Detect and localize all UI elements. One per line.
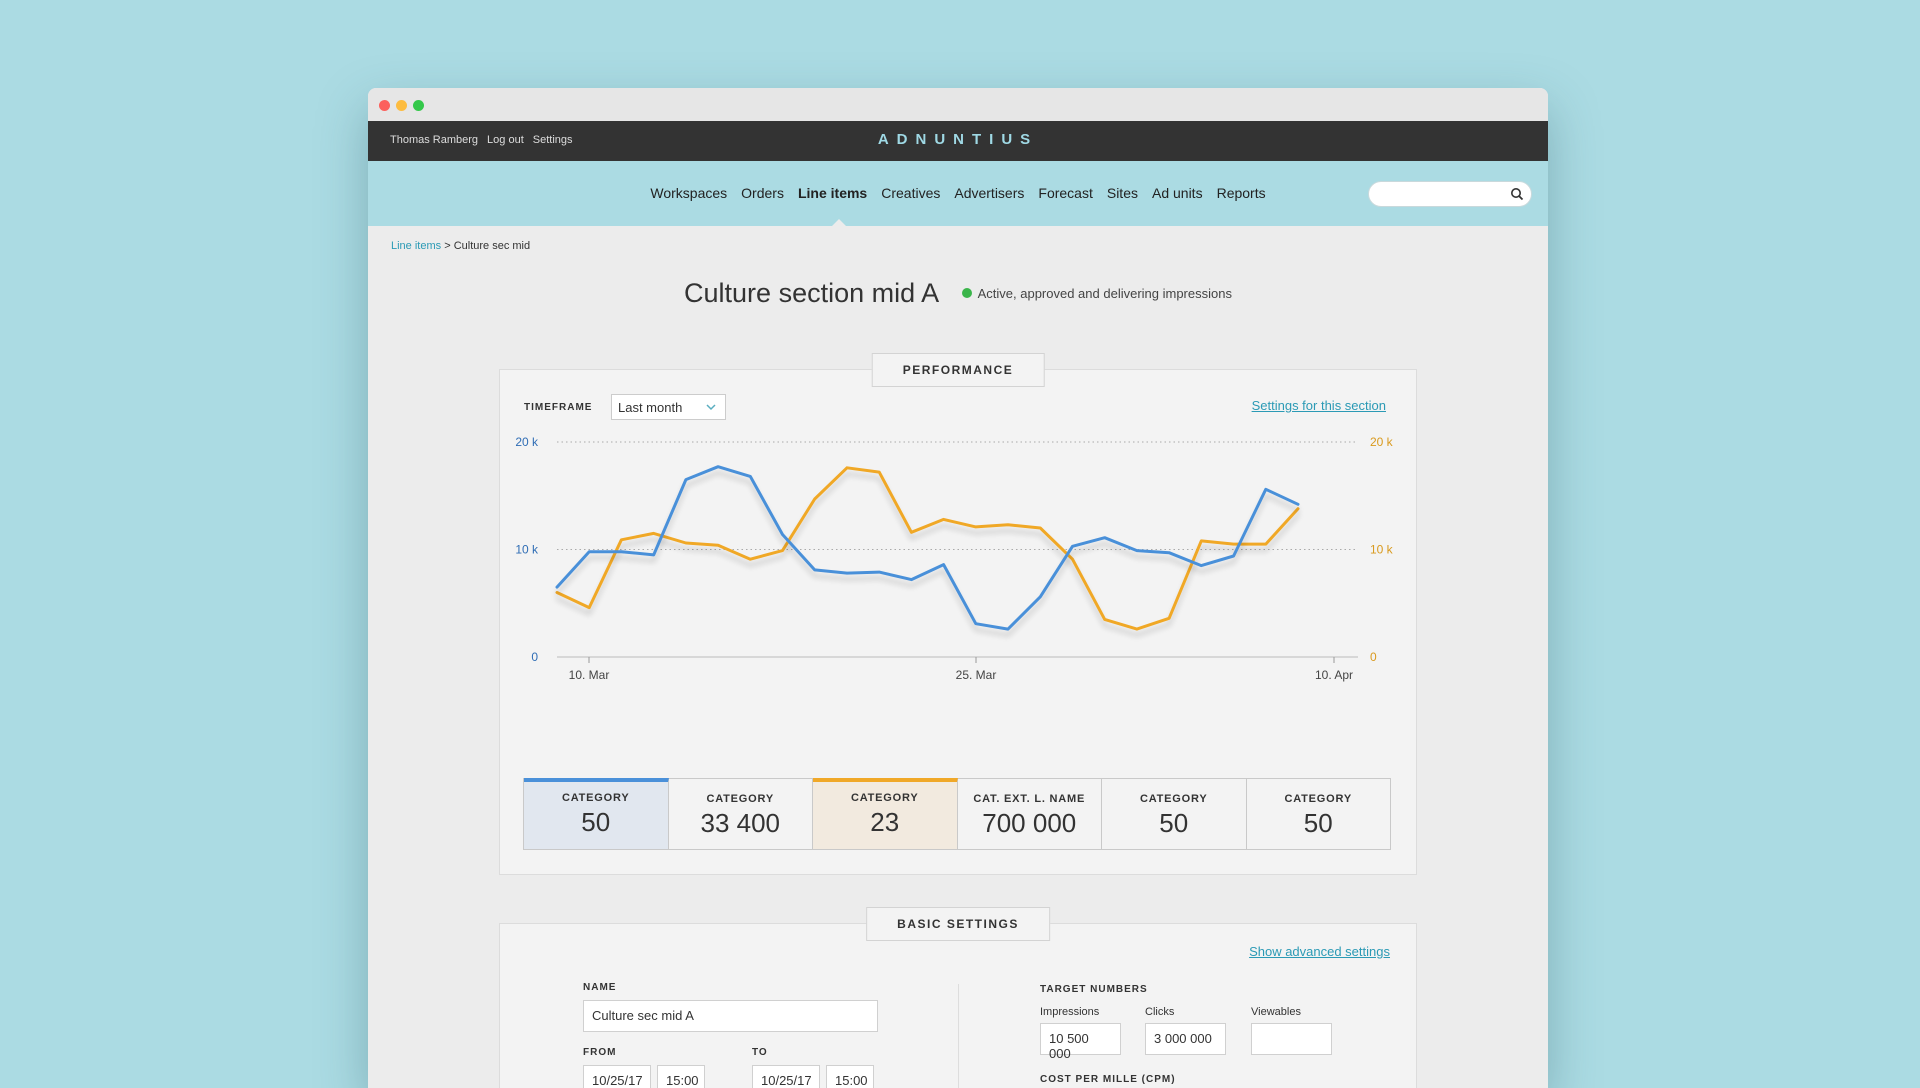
basic-settings-panel: BASIC SETTINGS Show advanced settings NA… xyxy=(499,907,1417,1088)
performance-panel: PERFORMANCE TIMEFRAME Last month Setting… xyxy=(499,353,1417,875)
category-tile-value: 50 xyxy=(581,807,611,837)
breadcrumb-separator: > xyxy=(444,240,451,252)
x-axis-tick-label: 25. Mar xyxy=(956,668,997,682)
chevron-down-icon xyxy=(706,404,716,411)
nav-item-creatives[interactable]: Creatives xyxy=(881,185,940,201)
clicks-field[interactable]: 3 000 000 xyxy=(1145,1023,1226,1055)
name-label: NAME xyxy=(583,982,617,993)
y-axis-left-tick-label: 10 k xyxy=(515,543,539,557)
app-window: Thomas Ramberg Log out Settings ADNUNTIU… xyxy=(368,88,1548,1088)
timeframe-select[interactable]: Last month xyxy=(611,394,726,420)
viewables-field[interactable] xyxy=(1251,1023,1332,1055)
search-icon xyxy=(1511,188,1524,201)
x-axis-tick-label: 10. Apr xyxy=(1315,668,1353,682)
y-axis-right-tick-label: 0 xyxy=(1370,650,1377,664)
category-tile[interactable]: CATEGORY 50 xyxy=(1247,779,1391,849)
status-badge: Active, approved and delivering impressi… xyxy=(961,286,1232,301)
from-label: FROM xyxy=(583,1047,617,1058)
impressions-label: Impressions xyxy=(1040,1006,1100,1018)
search-input[interactable] xyxy=(1368,181,1532,207)
category-tile-label: CATEGORY xyxy=(850,792,919,804)
viewables-label: Viewables xyxy=(1251,1006,1301,1018)
section-divider xyxy=(958,984,959,1088)
category-tile[interactable]: CATEGORY 33 400 xyxy=(669,779,813,849)
category-tile[interactable]: CAT. EXT. L. NAME 700 000 xyxy=(958,779,1102,849)
category-tile-value: 33 400 xyxy=(700,808,781,838)
impressions-field[interactable]: 10 500 000 xyxy=(1040,1023,1121,1061)
status-dot-icon xyxy=(961,288,972,298)
nav-item-orders[interactable]: Orders xyxy=(741,185,784,201)
timeframe-value: Last month xyxy=(618,400,683,415)
breadcrumb-current: Culture sec mid xyxy=(453,240,531,252)
target-numbers-label: TARGET NUMBERS xyxy=(1040,984,1148,995)
page-header: Culture section mid A Active, approved a… xyxy=(368,278,1548,309)
series-line xyxy=(555,465,1300,631)
maximize-window-button[interactable] xyxy=(413,100,424,111)
nav-item-workspaces[interactable]: Workspaces xyxy=(650,185,727,201)
nav-item-forecast[interactable]: Forecast xyxy=(1038,185,1092,201)
status-text: Active, approved and delivering impressi… xyxy=(977,286,1232,301)
from-time-field[interactable]: 15:00 xyxy=(657,1065,705,1088)
category-tile-label: CAT. EXT. L. NAME xyxy=(973,793,1086,805)
category-tile[interactable]: CATEGORY 50 xyxy=(524,778,669,849)
show-advanced-settings-link[interactable]: Show advanced settings xyxy=(1249,944,1390,959)
minimize-window-button[interactable] xyxy=(396,100,407,111)
main-nav: Workspaces Orders Line items Creatives Adver… xyxy=(368,161,1548,227)
y-axis-left-tick-label: 0 xyxy=(531,650,538,664)
brand-logo: ADNUNTIUS xyxy=(877,131,1039,148)
active-nav-indicator xyxy=(831,219,847,227)
category-tile-value: 50 xyxy=(1159,808,1189,838)
y-axis-right-tick-label: 20 k xyxy=(1370,435,1394,449)
nav-item-advertisers[interactable]: Advertisers xyxy=(954,185,1024,201)
category-tile-value: 23 xyxy=(870,807,900,837)
category-tile[interactable]: CATEGORY 50 xyxy=(1102,779,1247,849)
breadcrumb-line-items-link[interactable]: Line items xyxy=(391,240,441,252)
performance-tab[interactable]: PERFORMANCE xyxy=(871,353,1045,387)
basic-settings-tab[interactable]: BASIC SETTINGS xyxy=(866,907,1050,941)
timeframe-label: TIMEFRAME xyxy=(524,402,593,413)
category-tile-label: CATEGORY xyxy=(1139,793,1208,805)
category-tile-label: CATEGORY xyxy=(1284,793,1352,805)
performance-chart: 0 10 k 20 k 0 10 k 20 k 10. Mar 25. Mar 10. Apr xyxy=(515,435,1394,682)
clicks-label: Clicks xyxy=(1145,1006,1175,1018)
from-date-field[interactable]: 10/25/17 xyxy=(583,1065,651,1088)
category-tile-label: CATEGORY xyxy=(706,793,774,805)
category-tile-label: CATEGORY xyxy=(561,792,630,804)
close-window-button[interactable] xyxy=(379,100,390,111)
y-axis-right-tick-label: 10 k xyxy=(1370,543,1394,557)
page-title: Culture section mid A xyxy=(684,278,940,308)
name-field[interactable]: Culture sec mid A xyxy=(583,1000,878,1032)
top-bar: Thomas Ramberg Log out Settings ADNUNTIU… xyxy=(368,121,1548,161)
series-line xyxy=(555,466,1300,631)
to-date-field[interactable]: 10/25/17 xyxy=(752,1065,820,1088)
y-axis-left-tick-label: 20 k xyxy=(515,435,539,449)
breadcrumb: Line items > Culture sec mid xyxy=(391,240,530,252)
nav-item-reports[interactable]: Reports xyxy=(1217,185,1266,201)
nav-item-ad-units[interactable]: Ad units xyxy=(1152,185,1203,201)
section-settings-link[interactable]: Settings for this section xyxy=(1252,398,1386,413)
category-tile-value: 50 xyxy=(1303,808,1333,838)
nav-item-sites[interactable]: Sites xyxy=(1107,185,1138,201)
window-titlebar xyxy=(368,88,1548,121)
to-label: TO xyxy=(752,1047,768,1058)
category-summary: CATEGORY 50 CATEGORY 33 400 CATEGORY 23 CAT. E… xyxy=(523,778,1391,850)
to-time-field[interactable]: 15:00 xyxy=(826,1065,874,1088)
category-tile[interactable]: CATEGORY 23 xyxy=(813,778,958,849)
nav-item-line-items[interactable]: Line items xyxy=(798,185,867,201)
category-tile-value: 700 000 xyxy=(982,808,1077,838)
x-axis-tick-label: 10. Mar xyxy=(569,668,610,682)
